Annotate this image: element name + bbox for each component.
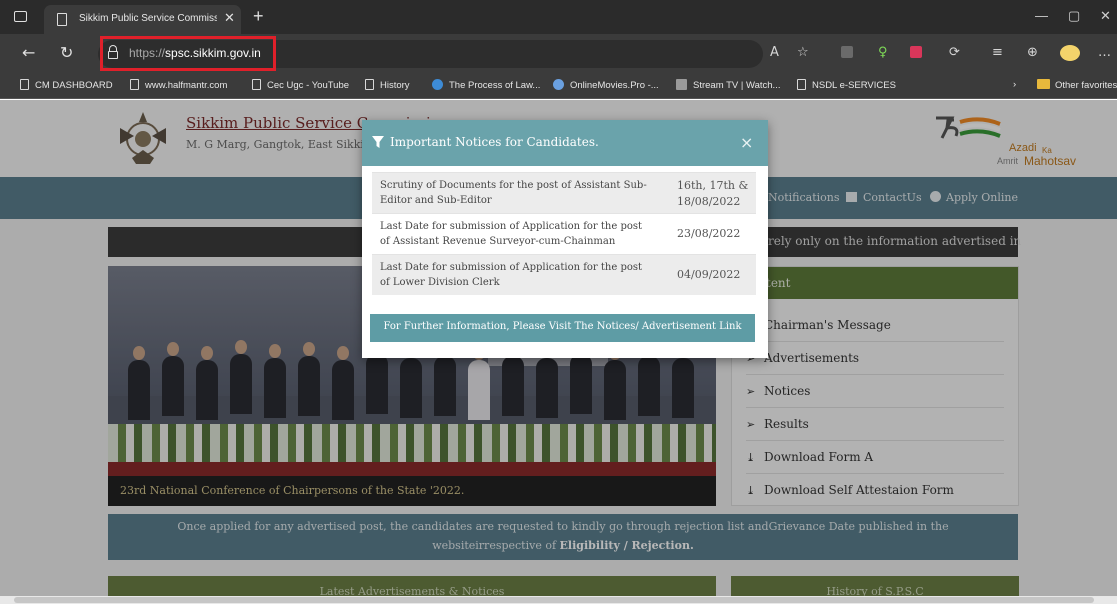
notice-date: 04/09/2022 <box>677 268 741 281</box>
page-icon <box>365 79 374 90</box>
bookmarks-bar: CM DASHBOARD www.halfmantr.com Cec Ugc -… <box>0 73 1117 99</box>
bookmark-item[interactable]: NSDL e-SERVICES <box>797 79 896 91</box>
horizontal-scrollbar[interactable] <box>0 596 1117 604</box>
notice-row[interactable]: Last Date for submission of Application … <box>372 254 756 295</box>
other-favorites-label: Other favorites <box>1055 80 1117 91</box>
bookmark-item[interactable]: History <box>365 79 410 91</box>
more-menu-icon[interactable]: … <box>1098 45 1111 60</box>
tv-icon <box>676 79 687 90</box>
globe-icon <box>432 79 443 90</box>
collections-icon[interactable]: ⊕ <box>1027 45 1038 60</box>
modal-title: Important Notices for Candidates. <box>390 135 599 149</box>
bookmark-label: CM DASHBOARD <box>35 80 113 91</box>
further-information-button[interactable]: For Further Information, Please Visit Th… <box>370 314 755 342</box>
important-notices-modal: Important Notices for Candidates. × Scru… <box>362 120 768 358</box>
extension-icon[interactable] <box>841 46 853 58</box>
new-tab-plus-icon[interactable]: + <box>253 6 264 27</box>
bookmark-label: History <box>380 80 410 91</box>
favorite-star-icon[interactable]: ☆ <box>797 45 809 60</box>
modal-header: Important Notices for Candidates. × <box>362 120 768 166</box>
notice-description: Last Date for submission of Application … <box>380 262 643 288</box>
bookmark-item[interactable]: Stream TV | Watch... <box>676 79 780 91</box>
bookmark-item[interactable]: Cec Ugc - YouTube <box>252 79 349 91</box>
browser-tab-bar: Sikkim Public Service Commission ✕ + — ▢… <box>0 0 1117 34</box>
bookmark-item[interactable]: CM DASHBOARD <box>20 79 113 91</box>
bookmark-label: Stream TV | Watch... <box>693 80 781 91</box>
bookmark-item[interactable]: OnlineMovies.Pro -... <box>553 79 659 91</box>
bookmark-item[interactable]: www.halfmantr.com <box>130 79 227 91</box>
notice-date: 16th, 17th & 18/08/2022 <box>677 179 749 208</box>
close-window-icon[interactable]: ✕ <box>1100 8 1111 24</box>
movie-site-icon <box>553 79 564 90</box>
scrollbar-thumb[interactable] <box>14 597 1094 603</box>
notice-description: Last Date for submission of Application … <box>380 221 643 247</box>
page-icon <box>57 13 67 26</box>
further-information-label: For Further Information, Please Visit Th… <box>383 321 742 332</box>
page-icon <box>797 79 806 90</box>
filter-icon <box>372 136 384 148</box>
favorites-list-icon[interactable]: ≡ <box>992 45 1003 60</box>
pocket-extension-icon[interactable] <box>910 46 922 58</box>
minimize-icon[interactable]: — <box>1035 8 1048 23</box>
extension-key-icon[interactable]: ♀ <box>878 45 888 60</box>
page-icon <box>20 79 29 90</box>
notice-description: Scrutiny of Documents for the post of As… <box>380 180 647 206</box>
extensions-puzzle-icon[interactable]: ⟳ <box>949 45 960 60</box>
bookmark-label: www.halfmantr.com <box>145 80 228 91</box>
bookmark-label: Cec Ugc - YouTube <box>267 80 350 91</box>
back-arrow-icon[interactable]: ← <box>22 43 35 62</box>
folder-icon <box>1037 79 1050 89</box>
bookmark-label: NSDL e-SERVICES <box>812 80 896 91</box>
other-favorites-folder[interactable]: Other favorites <box>1037 79 1117 91</box>
bookmark-item[interactable]: The Process of Law... <box>432 79 540 91</box>
tab-actions-icon[interactable] <box>14 11 27 22</box>
read-aloud-icon[interactable]: A <box>770 45 779 60</box>
bookmarks-overflow-chevron-icon[interactable]: › <box>1013 79 1016 90</box>
tab-close-icon[interactable]: ✕ <box>224 10 235 26</box>
restore-icon[interactable]: ▢ <box>1068 8 1080 24</box>
url-highlight-box <box>100 36 276 71</box>
notice-date: 23/08/2022 <box>677 227 741 240</box>
browser-tab-active[interactable]: Sikkim Public Service Commission ✕ <box>44 5 241 34</box>
refresh-icon[interactable]: ↻ <box>60 43 73 62</box>
bookmark-label: The Process of Law... <box>449 80 541 91</box>
notice-row[interactable]: Scrutiny of Documents for the post of As… <box>372 172 756 213</box>
notice-row[interactable]: Last Date for submission of Application … <box>372 213 756 254</box>
bookmark-label: OnlineMovies.Pro -... <box>570 80 659 91</box>
page-icon <box>252 79 261 90</box>
tab-title: Sikkim Public Service Commission <box>79 13 217 24</box>
web-page: Sikkim Public Service Commission M. G Ma… <box>0 100 1117 604</box>
profile-avatar-icon[interactable] <box>1060 45 1080 61</box>
modal-close-icon[interactable]: × <box>740 133 753 152</box>
page-icon <box>130 79 139 90</box>
